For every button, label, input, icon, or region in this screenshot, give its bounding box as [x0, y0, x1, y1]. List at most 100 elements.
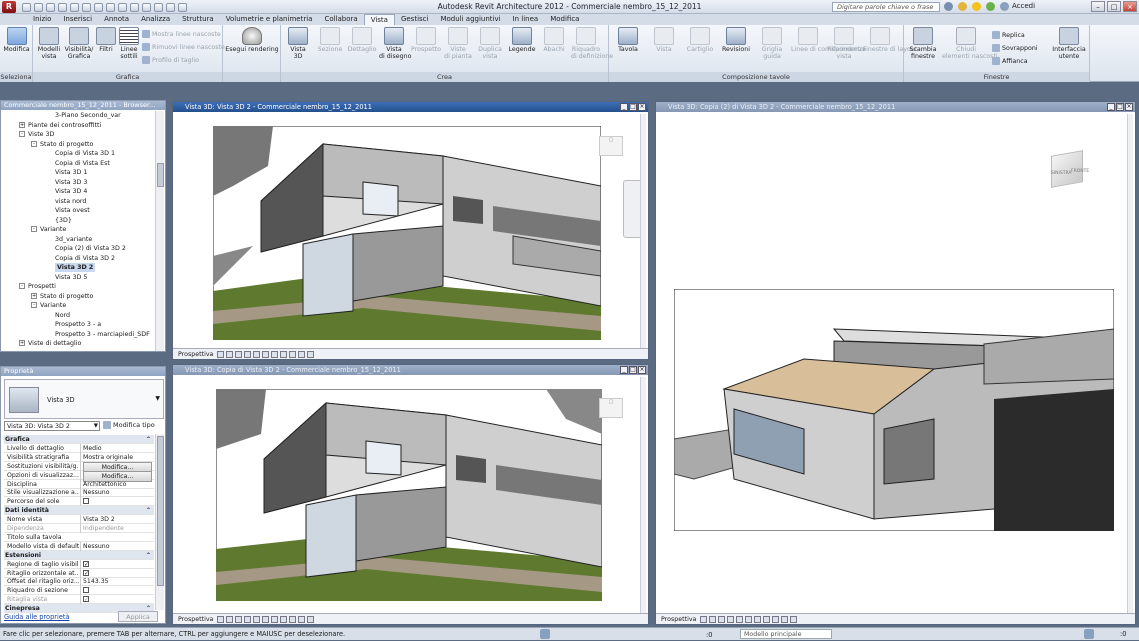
tree-item[interactable]: Prospetto 3 - marciapiedi_SDF [55, 330, 150, 339]
detail-level-icon[interactable] [226, 350, 234, 358]
view-close-button[interactable]: × [638, 366, 646, 374]
detail-level-icon[interactable] [709, 615, 717, 623]
instance-selector[interactable]: Vista 3D: Vista 3D 2 ▼ [4, 421, 100, 431]
visual-style-icon[interactable] [235, 350, 243, 358]
maximize-button[interactable]: □ [1107, 1, 1121, 12]
shadows-icon[interactable] [736, 615, 744, 623]
rendering-dialog-icon[interactable] [262, 350, 270, 358]
temporary-hide-icon[interactable] [781, 615, 789, 623]
tree-item[interactable]: Nord [55, 311, 70, 320]
checkbox[interactable]: ✓ [83, 569, 89, 576]
type-selector[interactable]: Vista 3D ▼ [4, 379, 164, 419]
shadows-icon[interactable] [253, 615, 261, 623]
browser-scrollbar[interactable] [155, 111, 164, 351]
collapse-group-icon[interactable]: ⌃ [146, 506, 151, 515]
crea-button-0[interactable]: Vista 3D [283, 27, 313, 60]
collapse-icon[interactable]: - [31, 302, 37, 308]
checkbox[interactable] [83, 587, 89, 594]
binoculars-icon[interactable] [944, 2, 953, 11]
tree-item[interactable]: Vista 3D 1 [55, 168, 87, 177]
projection-label[interactable]: Prospettiva [661, 616, 696, 623]
tree-item[interactable]: Vista 3D 5 [55, 273, 87, 282]
viewcube[interactable]: ▢ [599, 136, 623, 156]
tree-item[interactable]: 3-Piano Secondo_var [55, 111, 121, 120]
checkbox[interactable] [83, 498, 89, 505]
active-workset-dropdown[interactable]: Modello principale [740, 629, 832, 639]
worksets-icon[interactable] [540, 629, 550, 639]
sun-path-icon[interactable] [244, 615, 252, 623]
view-maximize-button[interactable]: □ [629, 366, 637, 374]
tree-item[interactable]: Vista 3D 4 [55, 187, 87, 196]
collapse-icon[interactable]: - [31, 140, 37, 147]
composizione-button-2[interactable]: Cartiglio [683, 27, 717, 53]
tree-item[interactable]: Copia (2) di Vista 3D 2 [55, 244, 126, 253]
properties-scrollbar-thumb[interactable] [157, 436, 164, 586]
collapse-icon[interactable]: - [31, 226, 37, 232]
close-hidden-button[interactable]: Chiudi elementi nascosti [942, 27, 998, 60]
search-input[interactable]: Digitare parole chiave o frase [832, 2, 940, 12]
view-templates-button[interactable]: Modelli vista [35, 27, 63, 60]
tree-item[interactable]: vista nord [55, 197, 86, 206]
design-options-icon[interactable] [1084, 629, 1094, 639]
property-group[interactable]: Grafica ⌃ [4, 435, 154, 444]
reveal-hidden-icon[interactable] [307, 350, 315, 358]
property-value[interactable]: ✓ [80, 595, 155, 605]
unlocked-icon[interactable] [772, 615, 780, 623]
property-value[interactable]: ✓ [80, 568, 155, 578]
property-group[interactable]: Dati identità ⌃ [4, 506, 154, 516]
shadows-icon[interactable] [253, 350, 261, 358]
property-value[interactable]: Mostra originale [80, 452, 155, 462]
view-window-copia-2-vista-3d-2[interactable]: Vista 3D: Copia (2) di Vista 3D 2 - Comm… [655, 101, 1136, 625]
browser-scrollbar-thumb[interactable] [157, 163, 164, 187]
tree-item[interactable]: Vista ovest [55, 206, 90, 215]
communication-center-icon[interactable] [986, 2, 995, 11]
unlocked-icon[interactable] [289, 615, 297, 623]
projection-label[interactable]: Prospettiva [178, 351, 213, 358]
scale-icon[interactable] [700, 615, 708, 623]
reveal-hidden-icon[interactable] [307, 615, 315, 623]
composizione-button-1[interactable]: Vista [647, 27, 681, 53]
property-value[interactable]: Indipendente [80, 524, 155, 533]
tree-item[interactable]: Copia di Vista 3D 2 [55, 254, 115, 263]
crea-button-7[interactable]: Legende [507, 27, 537, 53]
edit-type-button[interactable]: Modifica tipo [103, 421, 155, 429]
composizione-button-4[interactable]: Griglia guida [755, 27, 789, 60]
viewcube[interactable]: ▢ [599, 398, 623, 418]
tree-item[interactable]: Copia di Vista Est [55, 159, 110, 168]
filters-button[interactable]: Filtri [95, 27, 117, 53]
composizione-button-0[interactable]: Tavola [611, 27, 645, 53]
properties-help-link[interactable]: Guida alle proprietà [4, 613, 70, 621]
thin-lines-button[interactable]: Linee sottili [118, 27, 140, 60]
remove-hidden-lines-button[interactable]: Rimuovi linee nascoste [142, 43, 225, 51]
tree-item[interactable]: Prospetto 3 - a [55, 320, 101, 329]
checkbox[interactable]: ✓ [83, 596, 89, 603]
crea-button-6[interactable]: Duplica vista [475, 27, 505, 60]
unlocked-icon[interactable] [289, 350, 297, 358]
view-maximize-button[interactable]: □ [629, 103, 637, 111]
crea-button-5[interactable]: Viste di pianta [443, 27, 473, 60]
property-value[interactable] [80, 586, 155, 596]
projection-label[interactable]: Prospettiva [178, 616, 213, 623]
crop-region-icon[interactable] [280, 350, 288, 358]
tree-item[interactable]: - Variante [31, 225, 66, 234]
subscription-center-icon[interactable] [958, 2, 967, 11]
temporary-hide-icon[interactable] [298, 350, 306, 358]
cascade-button[interactable]: Sovrapponi [992, 44, 1038, 52]
collapse-icon[interactable]: - [19, 131, 25, 137]
crea-button-2[interactable]: Dettaglio [347, 27, 377, 53]
view-minimize-button[interactable]: _ [620, 366, 628, 374]
close-button[interactable]: × [1123, 1, 1137, 12]
view-scrollbar[interactable] [640, 377, 646, 614]
property-value[interactable]: Architettonico [80, 479, 155, 489]
composizione-button-5[interactable]: Linee di corrispondenza [791, 27, 866, 53]
crea-button-9[interactable]: Riquadro di definizione [571, 27, 613, 60]
tree-item[interactable]: Vista 3D 3 [55, 178, 87, 187]
tree-item[interactable]: - Variante [31, 301, 66, 310]
crea-button-8[interactable]: Abachi [539, 27, 569, 53]
detail-level-icon[interactable] [226, 615, 234, 623]
view-close-button[interactable]: × [638, 103, 646, 111]
expand-icon[interactable]: + [19, 121, 25, 128]
property-value[interactable]: ✓ [80, 559, 155, 569]
crop-region-icon[interactable] [763, 615, 771, 623]
view-scrollbar[interactable] [1127, 114, 1133, 614]
